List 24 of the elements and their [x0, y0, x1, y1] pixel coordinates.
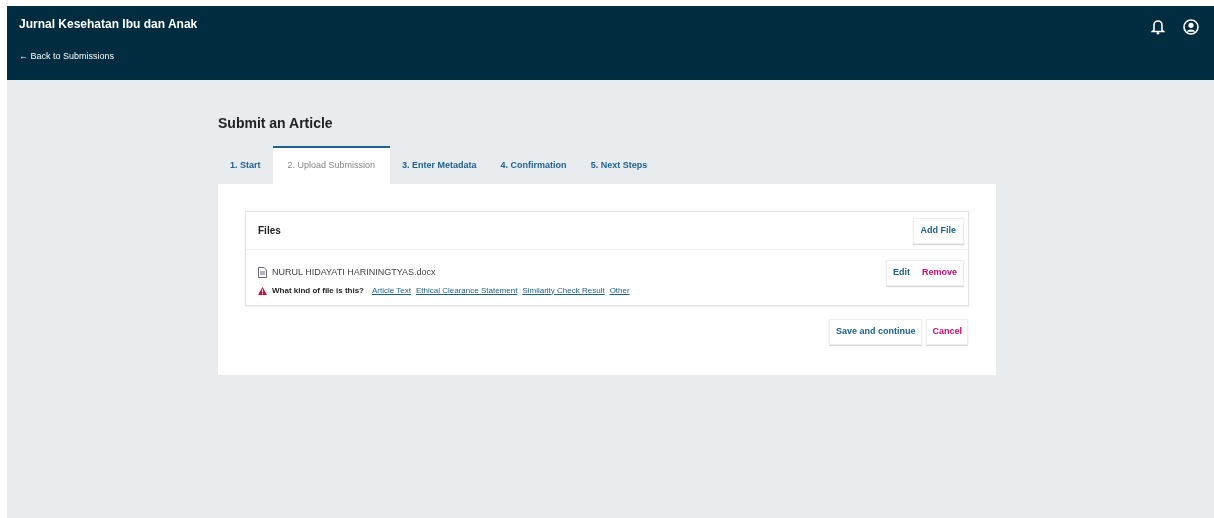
notification-bell-icon[interactable] [1151, 19, 1165, 35]
file-name: NURUL HIDAYATI HARININGTYAS.docx [272, 266, 436, 279]
files-heading: Files [258, 224, 281, 238]
back-link[interactable]: ← Back to Submissions [19, 52, 198, 61]
journal-title: Jurnal Kesehatan Ibu dan Anak [19, 18, 198, 30]
cancel-button[interactable]: Cancel [926, 318, 968, 345]
file-type-link[interactable]: Other [609, 284, 630, 297]
file-type-question: What kind of file is this? [272, 284, 364, 297]
step-tab[interactable]: 5. Next Steps [578, 146, 660, 184]
file-type-link[interactable]: Article Text [372, 284, 411, 297]
file-type-link[interactable]: Ethical Clearance Statement [416, 284, 518, 297]
document-icon [258, 267, 267, 279]
page-title: Submit an Article [218, 116, 334, 130]
file-type-link[interactable]: Similarity Check Result [522, 284, 605, 297]
warning-icon [258, 286, 267, 295]
step-tab[interactable]: 1. Start [218, 146, 273, 184]
step-tab[interactable]: 2. Upload Submission [272, 146, 391, 184]
step-tab[interactable]: 3. Enter Metadata [390, 146, 489, 184]
user-avatar-icon[interactable] [1183, 19, 1199, 35]
add-file-button[interactable]: Add File [912, 217, 964, 244]
save-and-continue-button[interactable]: Save and continue [828, 318, 923, 345]
remove-button[interactable]: Remove [916, 261, 963, 285]
step-tab[interactable]: 4. Confirmation [488, 146, 579, 184]
edit-button[interactable]: Edit [887, 261, 916, 285]
